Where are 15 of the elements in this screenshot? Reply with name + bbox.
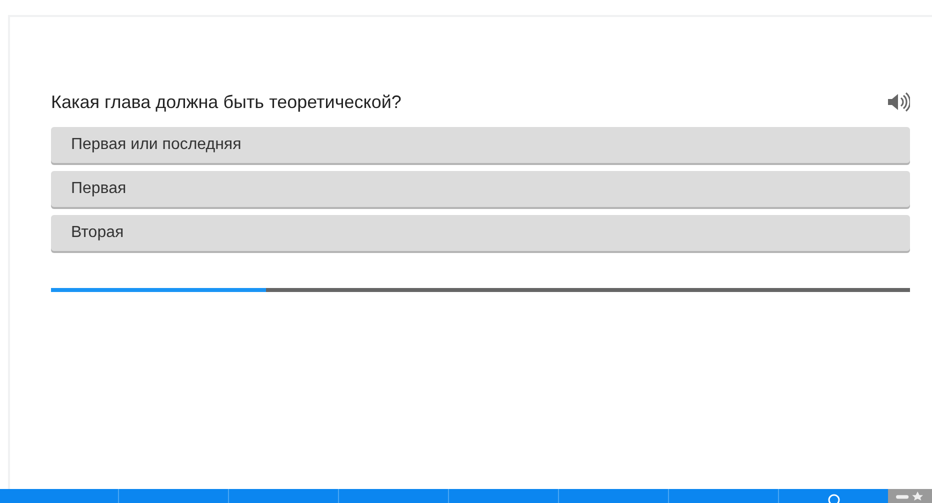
search-icon xyxy=(826,493,840,503)
search-button[interactable] xyxy=(778,489,888,503)
toolbar-button[interactable] xyxy=(0,489,118,503)
toolbar-button[interactable] xyxy=(228,489,338,503)
toolbar-button[interactable] xyxy=(338,489,448,503)
tools-button[interactable] xyxy=(888,489,932,503)
speaker-icon[interactable] xyxy=(886,92,910,112)
answer-option[interactable]: Первая или последняя xyxy=(51,127,910,163)
toolbar-button[interactable] xyxy=(448,489,558,503)
toolbar-button[interactable] xyxy=(558,489,668,503)
toolbar-button[interactable] xyxy=(118,489,228,503)
answer-option[interactable]: Вторая xyxy=(51,215,910,251)
toolbar-button[interactable] xyxy=(668,489,778,503)
question-text: Какая глава должна быть теоретической? xyxy=(51,92,402,112)
answer-option[interactable]: Первая xyxy=(51,171,910,207)
